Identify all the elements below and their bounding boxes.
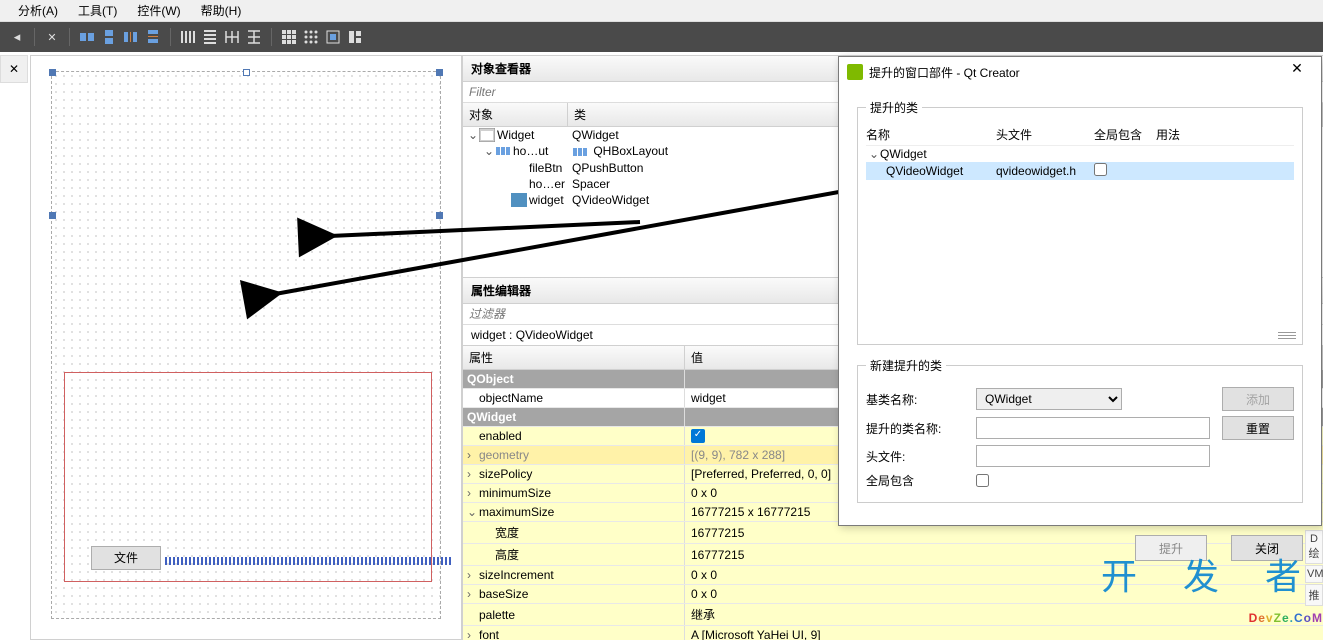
layout-vbox-icon[interactable] bbox=[100, 28, 118, 46]
class-row[interactable]: ⌄QWidget bbox=[866, 146, 1294, 162]
form-canvas[interactable] bbox=[51, 71, 441, 619]
form-icon bbox=[479, 128, 495, 142]
chevron-icon[interactable]: › bbox=[467, 486, 477, 500]
layout-split-v-icon[interactable] bbox=[144, 28, 162, 46]
menu-icon[interactable] bbox=[1278, 330, 1296, 340]
qt-creator-icon bbox=[847, 64, 863, 80]
dialog-close-icon[interactable]: ✕ bbox=[1281, 60, 1313, 84]
toolbar-back-icon[interactable]: ◂ bbox=[8, 28, 26, 46]
class-row[interactable]: QVideoWidgetqvideowidget.h bbox=[866, 162, 1294, 180]
toolbar-close-icon[interactable]: ✕ bbox=[43, 28, 61, 46]
chevron-down-icon[interactable]: ⌄ bbox=[463, 372, 465, 386]
hbox-icon bbox=[495, 144, 511, 158]
promoted-classes-group: 提升的类 名称 头文件 全局包含 用法 ⌄QWidgetQVideoWidget… bbox=[857, 99, 1303, 345]
property-row[interactable]: ›fontA [Microsoft YaHei UI, 9] bbox=[463, 626, 1323, 640]
chevron-icon[interactable]: › bbox=[467, 587, 477, 601]
menu-item[interactable]: 控件(W) bbox=[137, 2, 180, 19]
grid4-icon[interactable] bbox=[346, 28, 364, 46]
separator bbox=[271, 28, 272, 46]
menu-item[interactable]: 帮助(H) bbox=[201, 2, 242, 19]
chevron-icon[interactable]: › bbox=[467, 628, 477, 640]
form-designer[interactable]: 文件 bbox=[30, 55, 462, 640]
expander-icon[interactable]: ⌄ bbox=[467, 128, 479, 142]
promoted-name-input[interactable] bbox=[976, 417, 1210, 439]
chevron-icon[interactable]: › bbox=[467, 448, 477, 462]
dialog-titlebar[interactable]: 提升的窗口部件 - Qt Creator ✕ bbox=[839, 57, 1321, 87]
watermark-line1: 开 发 者 bbox=[1101, 548, 1319, 600]
menu-item[interactable]: 分析(A) bbox=[18, 2, 58, 19]
expander-icon[interactable]: ⌄ bbox=[868, 147, 880, 161]
align-h4-icon[interactable] bbox=[245, 28, 263, 46]
chevron-icon[interactable]: ⌄ bbox=[467, 505, 477, 519]
spacer-widget[interactable] bbox=[165, 557, 453, 565]
separator bbox=[170, 28, 171, 46]
toolbar: ◂ ✕ bbox=[0, 22, 1323, 52]
dialog-title: 提升的窗口部件 - Qt Creator bbox=[869, 64, 1020, 81]
property-row[interactable]: palette继承 bbox=[463, 604, 1323, 626]
chevron-icon[interactable]: › bbox=[467, 568, 477, 582]
layout-split-h-icon[interactable] bbox=[122, 28, 140, 46]
base-class-select[interactable]: QWidget bbox=[976, 388, 1122, 410]
menubar: 分析(A) 工具(T) 控件(W) 帮助(H) bbox=[0, 0, 1323, 22]
reset-button[interactable]: 重置 bbox=[1222, 416, 1294, 440]
hbox-icon bbox=[572, 145, 588, 159]
grid1-icon[interactable] bbox=[280, 28, 298, 46]
-icon bbox=[511, 177, 527, 191]
promoted-name-label: 提升的类名称: bbox=[866, 420, 976, 437]
new-promoted-class-group: 新建提升的类 基类名称: QWidget 添加 提升的类名称: 重置 头文件: … bbox=[857, 357, 1303, 503]
-icon bbox=[511, 161, 527, 175]
class-list-header: 名称 头文件 全局包含 用法 bbox=[866, 124, 1294, 146]
file-button[interactable]: 文件 bbox=[91, 546, 161, 570]
global-checkbox[interactable] bbox=[1094, 163, 1107, 176]
q-icon bbox=[511, 193, 527, 207]
separator bbox=[34, 28, 35, 46]
global-include-checkbox[interactable] bbox=[976, 474, 989, 487]
chevron-down-icon[interactable]: ⌄ bbox=[463, 410, 465, 424]
checkbox-icon[interactable]: ✓ bbox=[691, 429, 705, 443]
global-include-label: 全局包含 bbox=[866, 472, 976, 489]
layout-hbox-icon[interactable] bbox=[78, 28, 96, 46]
base-class-label: 基类名称: bbox=[866, 391, 976, 408]
grid2-icon[interactable] bbox=[302, 28, 320, 46]
close-tab-button[interactable]: ✕ bbox=[0, 55, 28, 83]
class-tree[interactable]: ⌄QWidgetQVideoWidgetqvideowidget.h bbox=[866, 146, 1294, 336]
expander-icon[interactable]: ⌄ bbox=[483, 144, 495, 158]
align-h3-icon[interactable] bbox=[223, 28, 241, 46]
watermark-line2: DevZe.CoM bbox=[1249, 602, 1323, 628]
grid3-icon[interactable] bbox=[324, 28, 342, 46]
chevron-icon[interactable]: › bbox=[467, 467, 477, 481]
align-h1-icon[interactable] bbox=[179, 28, 197, 46]
header-file-label: 头文件: bbox=[866, 448, 976, 465]
separator bbox=[69, 28, 70, 46]
new-promoted-legend: 新建提升的类 bbox=[866, 357, 946, 374]
promoted-classes-legend: 提升的类 bbox=[866, 99, 922, 116]
promote-dialog: 提升的窗口部件 - Qt Creator ✕ 提升的类 名称 头文件 全局包含 … bbox=[838, 56, 1322, 526]
align-h2-icon[interactable] bbox=[201, 28, 219, 46]
header-file-input[interactable] bbox=[976, 445, 1210, 467]
add-button[interactable]: 添加 bbox=[1222, 387, 1294, 411]
menu-item[interactable]: 工具(T) bbox=[78, 2, 117, 19]
